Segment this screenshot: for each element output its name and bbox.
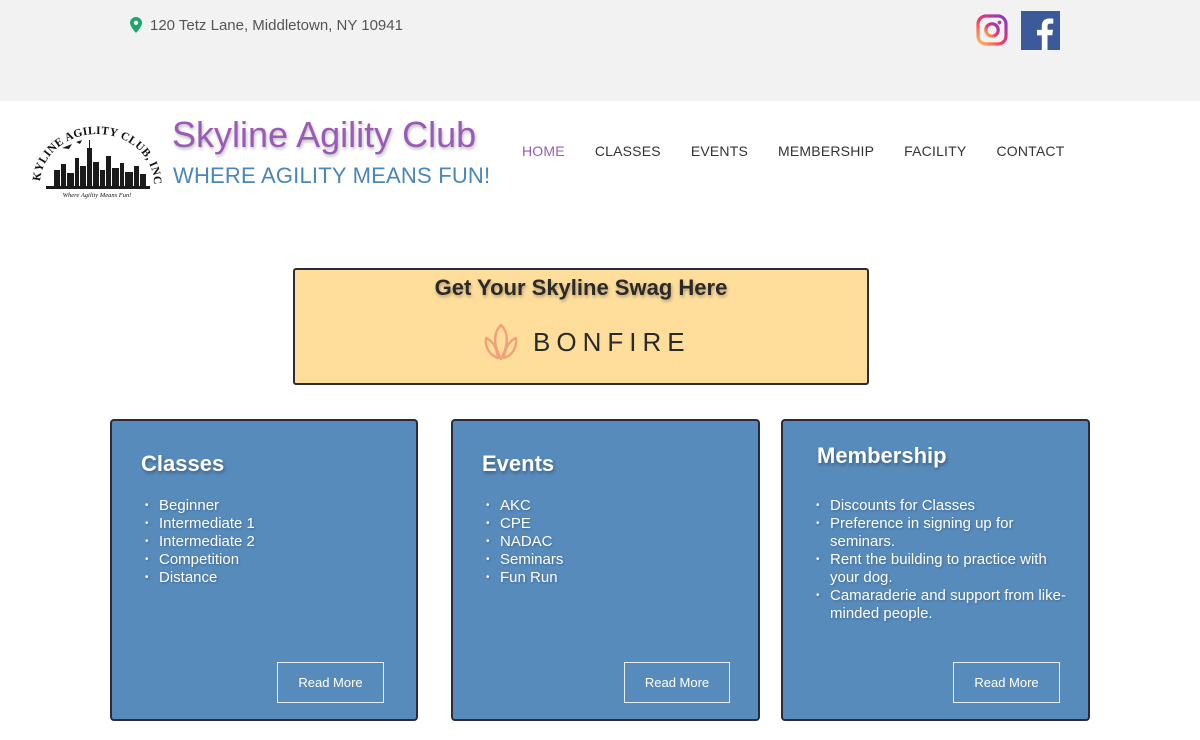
card-list: Discounts for Classes Preference in sign… — [816, 497, 1075, 623]
card-list: Beginner Intermediate 1 Intermediate 2 C… — [145, 497, 404, 587]
list-item: Fun Run — [486, 569, 745, 587]
nav-events[interactable]: EVENTS — [691, 143, 748, 161]
address-text: 120 Tetz Lane, Middletown, NY 10941 — [150, 16, 403, 34]
card-events: Events AKC CPE NADAC Seminars Fun Run Re… — [451, 419, 760, 721]
map-pin-icon — [130, 17, 142, 33]
list-item: Rent the building to practice with your … — [816, 551, 1075, 587]
list-item: AKC — [486, 497, 745, 515]
list-item: CPE — [486, 515, 745, 533]
list-item: Competition — [145, 551, 404, 569]
classes-read-more-button[interactable]: Read More — [277, 662, 384, 703]
site-tagline: WHERE AGILITY MEANS FUN! — [173, 163, 491, 188]
swag-banner[interactable]: Get Your Skyline Swag Here BONFIRE — [293, 268, 869, 385]
list-item: Seminars — [486, 551, 745, 569]
nav-classes[interactable]: CLASSES — [595, 143, 661, 161]
main-nav: HOME CLASSES EVENTS MEMBERSHIP FACILITY … — [522, 143, 1064, 161]
address: 120 Tetz Lane, Middletown, NY 10941 — [130, 15, 403, 35]
nav-facility[interactable]: FACILITY — [904, 143, 966, 161]
events-read-more-button[interactable]: Read More — [624, 662, 730, 703]
club-logo[interactable]: SKYLINE AGILITY CLUB, INC. Where Agility… — [32, 118, 162, 200]
facebook-icon[interactable] — [1021, 11, 1060, 50]
top-bar: 120 Tetz Lane, Middletown, NY 10941 — [0, 0, 1200, 101]
list-item: Beginner — [145, 497, 404, 515]
bonfire-flame-icon — [484, 323, 518, 361]
nav-contact[interactable]: CONTACT — [996, 143, 1064, 161]
card-membership: Membership Discounts for Classes Prefere… — [781, 419, 1090, 721]
list-item: Camaraderie and support from like-minded… — [816, 587, 1075, 623]
nav-home[interactable]: HOME — [522, 143, 565, 161]
card-title: Membership — [817, 443, 947, 468]
site-title[interactable]: Skyline Agility Club — [172, 114, 476, 156]
instagram-icon[interactable] — [976, 14, 1008, 46]
card-title: Events — [482, 451, 555, 476]
list-item: NADAC — [486, 533, 745, 551]
bonfire-wordmark: BONFIRE — [533, 327, 691, 357]
swag-title: Get Your Skyline Swag Here — [434, 275, 728, 300]
list-item: Intermediate 1 — [145, 515, 404, 533]
nav-membership[interactable]: MEMBERSHIP — [778, 143, 874, 161]
card-list: AKC CPE NADAC Seminars Fun Run — [486, 497, 745, 587]
card-title: Classes — [141, 451, 225, 476]
list-item: Discounts for Classes — [816, 497, 1075, 515]
membership-read-more-button[interactable]: Read More — [953, 662, 1060, 703]
list-item: Intermediate 2 — [145, 533, 404, 551]
list-item: Preference in signing up for seminars. — [816, 515, 1075, 551]
list-item: Distance — [145, 569, 404, 587]
card-classes: Classes Beginner Intermediate 1 Intermed… — [110, 419, 418, 721]
logo-caption: Where Agility Means Fun! — [63, 192, 132, 199]
